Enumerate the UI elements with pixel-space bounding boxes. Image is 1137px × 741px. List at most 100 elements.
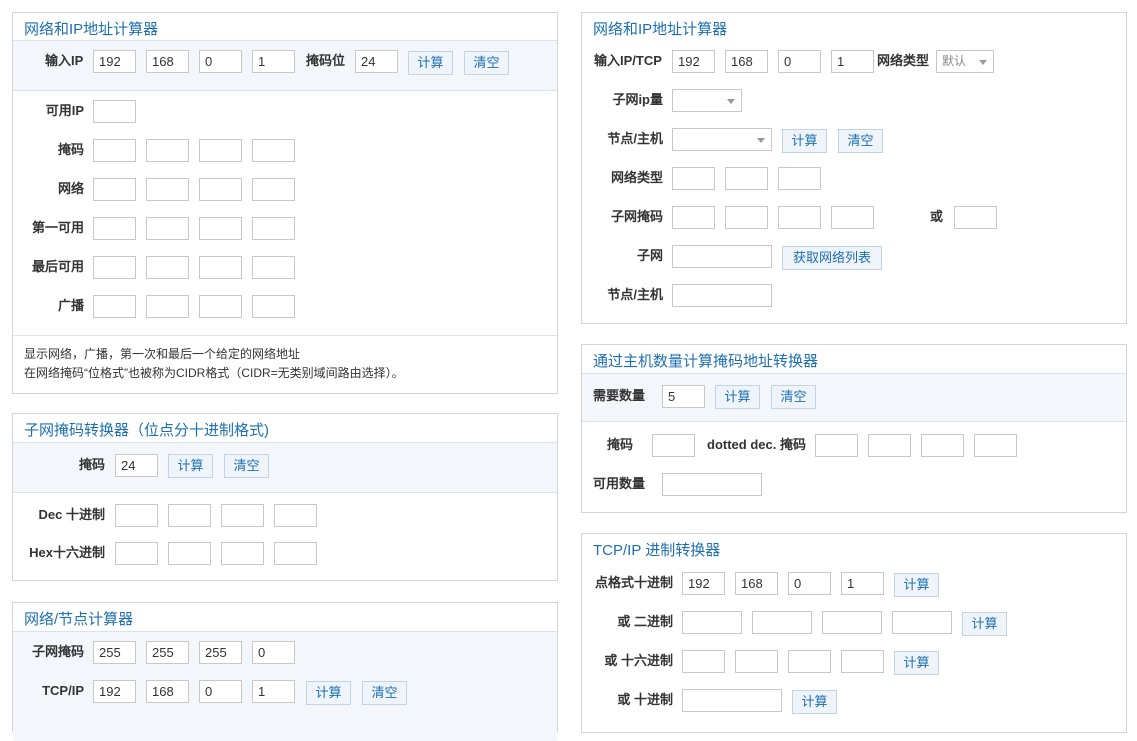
tcpip-octet-2-input[interactable] <box>146 680 189 703</box>
network-class-3-input[interactable] <box>778 167 821 190</box>
subnet-mask-octet-4-input[interactable] <box>831 206 874 229</box>
ip-octet-1-input[interactable] <box>93 50 136 73</box>
hex-octet-1-input[interactable] <box>115 542 158 565</box>
broadcast-octet-4-input[interactable] <box>252 295 295 318</box>
broadcast-octet-3-input[interactable] <box>199 295 242 318</box>
first-octet-1-input[interactable] <box>93 217 136 240</box>
subnet-octet-4-input[interactable] <box>252 641 295 664</box>
available-count-input[interactable] <box>662 473 762 496</box>
broadcast-octet-2-input[interactable] <box>146 295 189 318</box>
get-network-list-button[interactable]: 获取网络列表 <box>782 246 882 270</box>
mask-octet-1-input[interactable] <box>93 139 136 162</box>
subnet-mask-octet-1-input[interactable] <box>672 206 715 229</box>
dotted-octet-3-input[interactable] <box>788 572 831 595</box>
calculate-hex-button[interactable]: 计算 <box>894 651 939 675</box>
dec-octet-3-input[interactable] <box>221 504 264 527</box>
node-host-select[interactable] <box>672 128 772 151</box>
mask-input[interactable] <box>115 454 158 477</box>
last-octet-2-input[interactable] <box>146 256 189 279</box>
available-ip-input[interactable] <box>93 100 136 123</box>
ip-octet-2-input[interactable] <box>146 50 189 73</box>
hex-octet-4-input[interactable] <box>274 542 317 565</box>
broadcast-octet-1-input[interactable] <box>93 295 136 318</box>
dec-octet-4-input[interactable] <box>274 504 317 527</box>
last-octet-3-input[interactable] <box>199 256 242 279</box>
node-host-input[interactable] <box>672 284 772 307</box>
need-count-input[interactable] <box>662 385 705 408</box>
mask-octet-3-input[interactable] <box>199 139 242 162</box>
subnet-octet-2-input[interactable] <box>146 641 189 664</box>
binary-octet-4-input[interactable] <box>892 611 952 634</box>
first-octet-2-input[interactable] <box>146 217 189 240</box>
calculate-decimal-button[interactable]: 计算 <box>792 690 837 714</box>
hex-octet-3-input[interactable] <box>221 542 264 565</box>
last-octet-4-input[interactable] <box>252 256 295 279</box>
binary-octet-2-input[interactable] <box>752 611 812 634</box>
tcpip-octet-4-input[interactable] <box>252 680 295 703</box>
network-octet-3-input[interactable] <box>199 178 242 201</box>
dotted-mask-octet-4-input[interactable] <box>974 434 1017 457</box>
ip-octet-3-input[interactable] <box>778 50 821 73</box>
hex-octet-3-input[interactable] <box>788 650 831 673</box>
dotted-mask-octet-3-input[interactable] <box>921 434 964 457</box>
hex-octet-4-input[interactable] <box>841 650 884 673</box>
clear-button[interactable]: 清空 <box>838 129 883 153</box>
subnet-mask-octet-3-input[interactable] <box>778 206 821 229</box>
network-octet-4-input[interactable] <box>252 178 295 201</box>
hex-octet-2-input[interactable] <box>735 650 778 673</box>
ip-octet-3-input[interactable] <box>199 50 242 73</box>
dotted-octet-1-input[interactable] <box>682 572 725 595</box>
mask-input[interactable] <box>652 434 695 457</box>
subnet-mask-octet-2-input[interactable] <box>725 206 768 229</box>
ip-octet-4-input[interactable] <box>252 50 295 73</box>
clear-button[interactable]: 清空 <box>224 454 269 478</box>
tcpip-octet-3-input[interactable] <box>199 680 242 703</box>
hex-octet-2-input[interactable] <box>168 542 211 565</box>
input-ip-label: 输入IP <box>45 53 84 68</box>
dec-label: Dec 十进制 <box>38 507 105 522</box>
dotted-mask-octet-2-input[interactable] <box>868 434 911 457</box>
node-host-label: 节点/主机 <box>607 131 663 146</box>
tcpip-octet-1-input[interactable] <box>93 680 136 703</box>
mask-octet-4-input[interactable] <box>252 139 295 162</box>
network-type-select[interactable]: 默认 <box>936 50 994 73</box>
dec-octet-1-input[interactable] <box>115 504 158 527</box>
subnet-ip-count-select[interactable] <box>672 89 742 112</box>
mask-bits-input[interactable] <box>355 50 398 73</box>
dotted-octet-4-input[interactable] <box>841 572 884 595</box>
calculate-binary-button[interactable]: 计算 <box>962 612 1007 636</box>
last-octet-1-input[interactable] <box>93 256 136 279</box>
network-octet-1-input[interactable] <box>93 178 136 201</box>
subnet-bits-input[interactable] <box>954 206 997 229</box>
subnet-octet-3-input[interactable] <box>199 641 242 664</box>
subnet-input[interactable] <box>672 245 772 268</box>
calculate-button[interactable]: 计算 <box>306 681 351 705</box>
mask-octet-2-input[interactable] <box>146 139 189 162</box>
network-octet-2-input[interactable] <box>146 178 189 201</box>
binary-octet-1-input[interactable] <box>682 611 742 634</box>
tcpip-converter-panel: TCP/IP 进制转换器 点格式十进制 计算 或 二进制 计算 或 十六进制 计… <box>581 533 1127 733</box>
calculate-dotted-button[interactable]: 计算 <box>894 573 939 597</box>
calculate-button[interactable]: 计算 <box>715 385 760 409</box>
binary-label: 或 二进制 <box>617 614 673 629</box>
decimal-input[interactable] <box>682 689 782 712</box>
ip-octet-4-input[interactable] <box>831 50 874 73</box>
first-octet-3-input[interactable] <box>199 217 242 240</box>
subnet-octet-1-input[interactable] <box>93 641 136 664</box>
network-class-2-input[interactable] <box>725 167 768 190</box>
ip-octet-2-input[interactable] <box>725 50 768 73</box>
binary-octet-3-input[interactable] <box>822 611 882 634</box>
calculate-button[interactable]: 计算 <box>782 129 827 153</box>
calculate-button[interactable]: 计算 <box>408 51 453 75</box>
clear-button[interactable]: 清空 <box>464 51 509 75</box>
calculate-button[interactable]: 计算 <box>168 454 213 478</box>
dotted-mask-octet-1-input[interactable] <box>815 434 858 457</box>
first-octet-4-input[interactable] <box>252 217 295 240</box>
clear-button[interactable]: 清空 <box>771 385 816 409</box>
dotted-octet-2-input[interactable] <box>735 572 778 595</box>
ip-octet-1-input[interactable] <box>672 50 715 73</box>
dec-octet-2-input[interactable] <box>168 504 211 527</box>
hex-octet-1-input[interactable] <box>682 650 725 673</box>
network-class-1-input[interactable] <box>672 167 715 190</box>
clear-button[interactable]: 清空 <box>362 681 407 705</box>
